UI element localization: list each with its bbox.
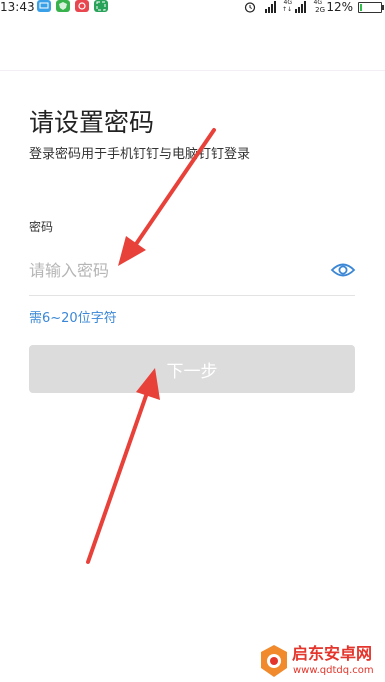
arrow-to-next-button: [86, 368, 160, 564]
set-password-screen: 13:43 4G ↑↓ 4G 2G 12% 请设置密码 登录密码用于手机钉钉与电…: [0, 0, 385, 682]
alarm-icon: [244, 2, 256, 13]
annotation-arrows: [86, 128, 216, 564]
weibo-app-icon: [75, 0, 89, 12]
signal-strength-icon: [295, 1, 306, 13]
site-watermark: 启东安卓网 www.qdtdq.com: [259, 642, 385, 682]
password-label: 密码: [29, 220, 54, 234]
watermark-brand: 启东安卓网: [292, 644, 373, 663]
page-title: 请设置密码: [29, 108, 155, 137]
battery-icon: [358, 2, 384, 13]
header-divider: [0, 70, 385, 71]
battery-level-fill: [360, 4, 362, 11]
signal-strength-icon: [265, 1, 276, 13]
network-type-label: 2G: [315, 6, 325, 14]
watermark-logo-icon: [261, 645, 287, 677]
data-activity-icon: ↑↓: [281, 6, 292, 13]
watermark-url: www.qdtdq.com: [293, 665, 374, 676]
status-time: 13:43: [0, 0, 35, 14]
page-subtitle: 登录密码用于手机钉钉与电脑钉钉登录: [29, 147, 251, 162]
shield-app-icon: [56, 0, 70, 12]
message-app-icon: [37, 0, 51, 12]
password-length-hint: 需6~20位字符: [29, 311, 117, 326]
next-step-button[interactable]: 下一步: [29, 345, 355, 393]
password-input[interactable]: [29, 254, 319, 286]
status-bar: 13:43 4G ↑↓ 4G 2G 12%: [0, 0, 385, 14]
scan-app-icon: [94, 0, 108, 12]
password-input-underline: [29, 295, 355, 296]
battery-percent: 12%: [326, 0, 353, 14]
show-password-eye-icon[interactable]: [330, 259, 356, 281]
